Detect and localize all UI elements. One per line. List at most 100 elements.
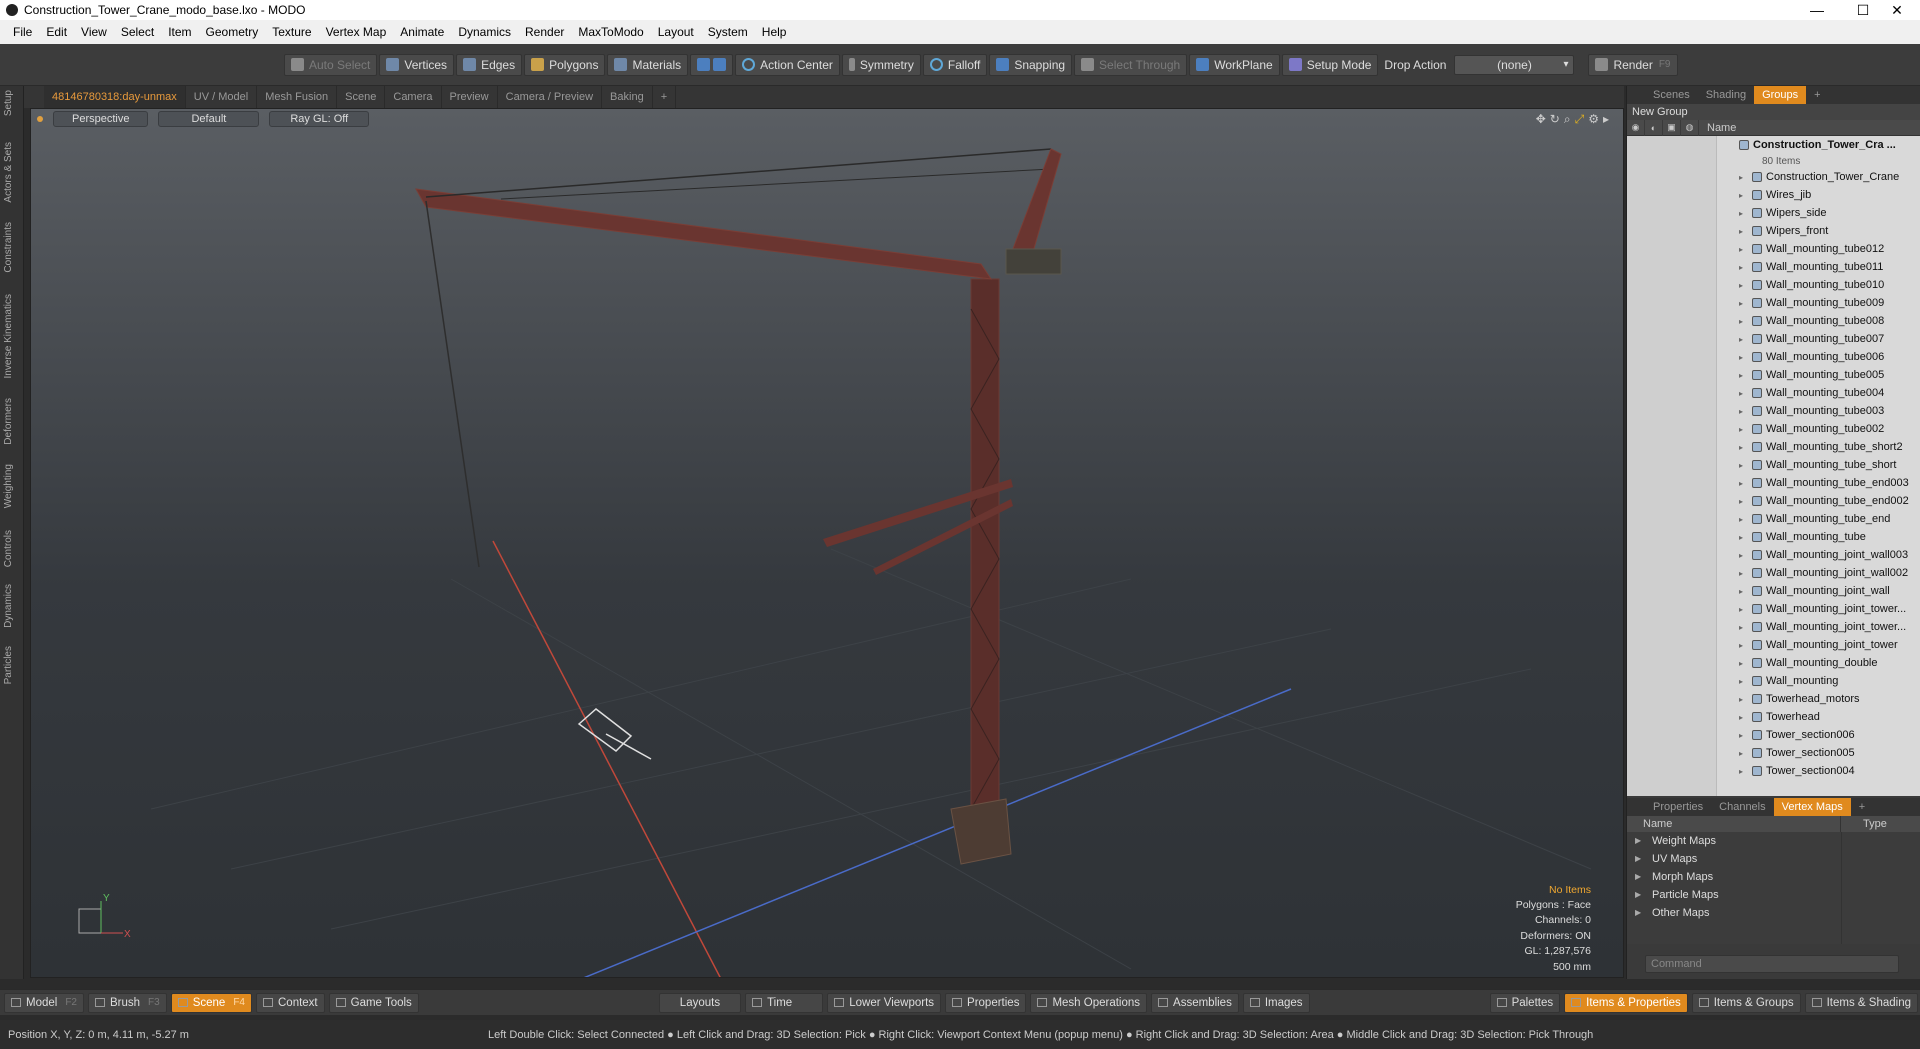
group-item-row[interactable]: ▸ Wall_mounting_joint_tower bbox=[1627, 636, 1920, 654]
setup-mode-button[interactable]: Setup Mode bbox=[1281, 53, 1379, 76]
side-tab-setup[interactable]: Setup bbox=[3, 90, 14, 116]
group-item-row[interactable]: ▸ Wires_jib bbox=[1627, 186, 1920, 204]
scene-layout-button[interactable]: Scene F4 bbox=[170, 992, 252, 1013]
expand-arrow-icon[interactable]: ▸ bbox=[1739, 623, 1743, 632]
side-tab-actors-sets[interactable]: Actors & Sets bbox=[3, 142, 14, 203]
rotate-icon[interactable]: ↻ bbox=[1550, 112, 1560, 127]
expand-arrow-icon[interactable]: ▸ bbox=[1739, 281, 1743, 290]
expand-arrow-icon[interactable]: ▸ bbox=[1739, 497, 1743, 506]
close-button[interactable]: ✕ bbox=[1874, 0, 1920, 20]
symmetry-button[interactable]: Symmetry bbox=[841, 53, 921, 76]
tab-mesh-fusion[interactable]: Mesh Fusion bbox=[257, 86, 338, 108]
side-tab-controls[interactable]: Controls bbox=[3, 530, 14, 567]
game-tools-layout-button[interactable]: Game Tools bbox=[328, 992, 419, 1013]
select-through-button[interactable]: Select Through bbox=[1074, 53, 1188, 76]
menu-view[interactable]: View bbox=[74, 25, 114, 39]
items-groups-button[interactable]: Items & Groups bbox=[1691, 992, 1801, 1013]
expand-arrow-icon[interactable]: ▸ bbox=[1739, 335, 1743, 344]
tab-scenes[interactable]: Scenes bbox=[1645, 86, 1698, 104]
add-tab-button[interactable]: + bbox=[653, 86, 677, 108]
group-item-row[interactable]: ▸ Wall_mounting bbox=[1627, 672, 1920, 690]
group-item-row[interactable]: ▸ Wall_mounting_tube bbox=[1627, 528, 1920, 546]
group-item-row[interactable]: ▸ Wall_mounting_tube004 bbox=[1627, 384, 1920, 402]
items-properties-button[interactable]: Items & Properties bbox=[1564, 992, 1688, 1013]
tab-day-unmax[interactable]: 48146780318:day-unmax bbox=[44, 86, 186, 108]
side-tab-constraints[interactable]: Constraints bbox=[3, 222, 14, 273]
group-item-row[interactable]: ▸ Wall_mounting_tube_end003 bbox=[1627, 474, 1920, 492]
expand-arrow-icon[interactable]: ▸ bbox=[1739, 515, 1743, 524]
group-item-row[interactable]: ▸ Wall_mounting_tube009 bbox=[1627, 294, 1920, 312]
menu-texture[interactable]: Texture bbox=[265, 25, 318, 39]
drop-action-select[interactable]: (none) bbox=[1454, 54, 1575, 75]
expand-arrow-icon[interactable]: ▸ bbox=[1739, 461, 1743, 470]
tab-baking[interactable]: Baking bbox=[602, 86, 653, 108]
tab-camera[interactable]: Camera bbox=[385, 86, 442, 108]
tab-groups[interactable]: Groups bbox=[1754, 86, 1807, 104]
menu-geometry[interactable]: Geometry bbox=[199, 25, 266, 39]
expand-arrow-icon[interactable]: ▸ bbox=[1739, 569, 1743, 578]
group-item-row[interactable]: ▸ Wall_mounting_tube002 bbox=[1627, 420, 1920, 438]
expand-arrow-icon[interactable]: ▸ bbox=[1739, 443, 1743, 452]
expand-arrow-icon[interactable]: ▸ bbox=[1739, 227, 1743, 236]
expand-arrow-icon[interactable]: ▸ bbox=[1739, 767, 1743, 776]
side-tab-particles[interactable]: Particles bbox=[3, 646, 14, 684]
menu-dynamics[interactable]: Dynamics bbox=[451, 25, 518, 39]
menu-layout[interactable]: Layout bbox=[651, 25, 701, 39]
group-item-row[interactable]: ▸ Wall_mounting_tube_short bbox=[1627, 456, 1920, 474]
side-tab-inverse-kinematics[interactable]: Inverse Kinematics bbox=[3, 294, 14, 378]
visibility-column-icon[interactable]: ◉ bbox=[1627, 119, 1645, 136]
mesh-operations-button[interactable]: Mesh Operations bbox=[1030, 992, 1148, 1013]
group-item-row[interactable]: ▸ Wall_mounting_tube006 bbox=[1627, 348, 1920, 366]
expand-arrow-icon[interactable]: ▸ bbox=[1739, 317, 1743, 326]
group-item-row[interactable]: ▸ Wall_mounting_double bbox=[1627, 654, 1920, 672]
vmap-particle-maps[interactable]: Particle Maps bbox=[1627, 886, 1920, 904]
expand-arrow-icon[interactable]: ▸ bbox=[1739, 209, 1743, 218]
render-column-icon[interactable]: ◐ bbox=[1645, 119, 1663, 136]
group-root-row[interactable]: Construction_Tower_Cra ... bbox=[1627, 136, 1920, 154]
group-item-row[interactable]: ▸ Wall_mounting_tube008 bbox=[1627, 312, 1920, 330]
edges-button[interactable]: Edges bbox=[456, 53, 523, 76]
tab-uv-model[interactable]: UV / Model bbox=[186, 86, 258, 108]
expand-arrow-icon[interactable]: ▸ bbox=[1739, 173, 1743, 182]
tab-shading[interactable]: Shading bbox=[1698, 86, 1754, 104]
group-item-row[interactable]: ▸ Wall_mounting_joint_tower... bbox=[1627, 618, 1920, 636]
expand-arrow-icon[interactable]: ▸ bbox=[1739, 263, 1743, 272]
vmap-other-maps[interactable]: Other Maps bbox=[1627, 904, 1920, 922]
properties-button[interactable]: Properties bbox=[945, 992, 1027, 1013]
expand-arrow-icon[interactable]: ▸ bbox=[1739, 713, 1743, 722]
tab-camera-preview[interactable]: Camera / Preview bbox=[498, 86, 603, 108]
side-tab-deformers[interactable]: Deformers bbox=[3, 398, 14, 445]
group-item-row[interactable]: ▸ Wall_mounting_tube012 bbox=[1627, 240, 1920, 258]
side-tab-dynamics[interactable]: Dynamics bbox=[3, 584, 14, 628]
menu-help[interactable]: Help bbox=[755, 25, 794, 39]
view-type-button[interactable]: Perspective bbox=[53, 111, 149, 127]
viewport-settings-icon[interactable]: ⚙ bbox=[1588, 112, 1599, 127]
menu-select[interactable]: Select bbox=[114, 25, 161, 39]
menu-edit[interactable]: Edit bbox=[39, 25, 74, 39]
brush-layout-button[interactable]: Brush F3 bbox=[88, 992, 167, 1013]
expand-arrow-icon[interactable]: ▸ bbox=[1739, 749, 1743, 758]
viewport-menu-icon[interactable]: ▸ bbox=[1603, 112, 1609, 127]
group-item-row[interactable]: ▸ Wall_mounting_tube_end bbox=[1627, 510, 1920, 528]
time-button[interactable]: Time bbox=[745, 992, 824, 1013]
group-item-row[interactable]: ▸ Tower_section005 bbox=[1627, 744, 1920, 762]
snapping-button[interactable]: Snapping bbox=[989, 53, 1073, 76]
menu-maxtomodo[interactable]: MaxToModo bbox=[571, 25, 650, 39]
tab-properties[interactable]: Properties bbox=[1645, 798, 1711, 816]
group-item-row[interactable]: ▸ Wall_mounting_joint_wall003 bbox=[1627, 546, 1920, 564]
new-group-button[interactable]: New Group bbox=[1627, 104, 1920, 120]
group-item-row[interactable]: ▸ Tower_section004 bbox=[1627, 762, 1920, 780]
expand-arrow-icon[interactable]: ▸ bbox=[1739, 191, 1743, 200]
expand-arrow-icon[interactable]: ▸ bbox=[1739, 551, 1743, 560]
tab-preview[interactable]: Preview bbox=[442, 86, 498, 108]
assemblies-button[interactable]: Assemblies bbox=[1151, 992, 1239, 1013]
expand-arrow-icon[interactable]: ▸ bbox=[1739, 389, 1743, 398]
images-button[interactable]: Images bbox=[1242, 992, 1310, 1013]
menu-vertex-map[interactable]: Vertex Map bbox=[319, 25, 394, 39]
group-item-row[interactable]: ▸ Wall_mounting_tube005 bbox=[1627, 366, 1920, 384]
expand-arrow-icon[interactable]: ▸ bbox=[1739, 605, 1743, 614]
menu-animate[interactable]: Animate bbox=[393, 25, 451, 39]
workplane-button[interactable]: WorkPlane bbox=[1189, 53, 1280, 76]
group-item-row[interactable]: ▸ Wall_mounting_tube011 bbox=[1627, 258, 1920, 276]
menu-item[interactable]: Item bbox=[161, 25, 198, 39]
